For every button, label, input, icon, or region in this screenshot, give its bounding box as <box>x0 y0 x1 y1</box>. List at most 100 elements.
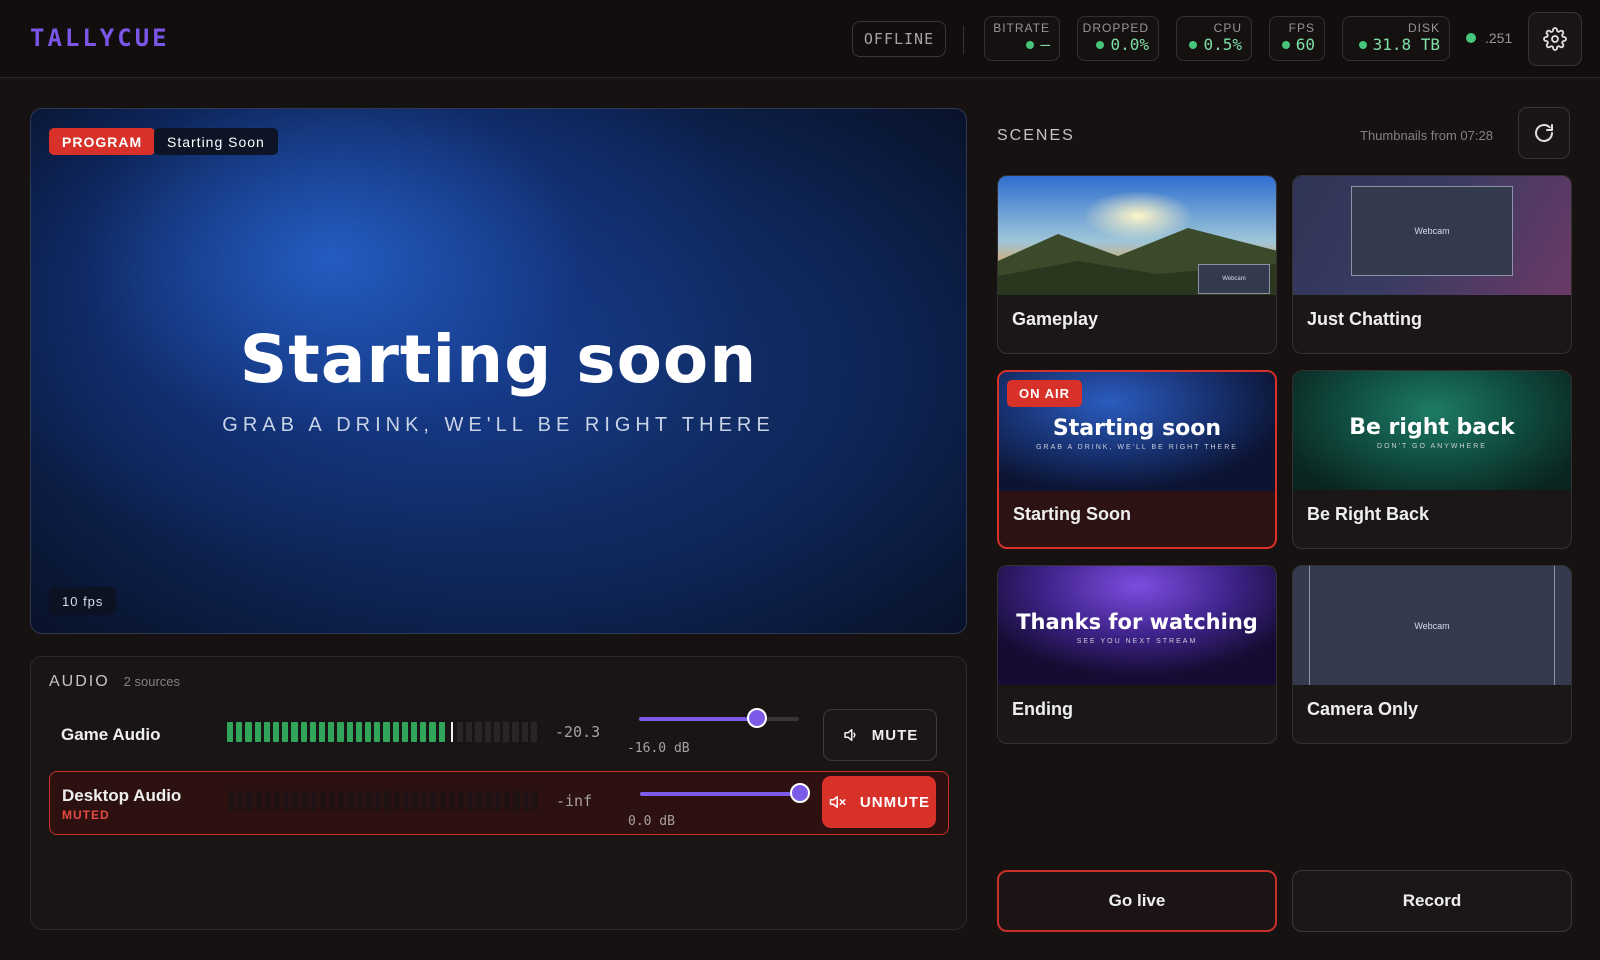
audio-source-desktop: Desktop Audio MUTED -inf 0.0 dB UNMUTE <box>49 771 949 835</box>
stat-fps: FPS 60 <box>1269 16 1325 61</box>
meter-segment <box>411 722 418 742</box>
meter-segment <box>503 722 510 742</box>
volume-slider[interactable] <box>640 783 810 803</box>
meter-segment <box>493 722 501 742</box>
stat-label: BITRATE <box>993 21 1050 35</box>
scene-name: Just Chatting <box>1307 309 1422 329</box>
audio-title: AUDIO <box>49 673 110 690</box>
divider <box>963 26 964 54</box>
volume-slider-knob[interactable] <box>747 708 768 728</box>
top-bar: TALLYCUE OFFLINE BITRATE — DROPPED 0.0% … <box>0 0 1600 78</box>
meter-segment <box>355 722 363 742</box>
status-dot-icon <box>1096 41 1105 49</box>
meter-segment <box>412 791 419 811</box>
on-air-badge: ON AIR <box>1007 380 1083 407</box>
meter-segment <box>485 791 492 811</box>
meter-segment <box>236 722 243 742</box>
meter-segment <box>237 791 244 811</box>
meter-segment <box>439 791 446 811</box>
scene-card-ending[interactable]: Thanks for watching SEE YOU NEXT STREAM … <box>997 565 1277 744</box>
stat-label: DROPPED <box>1082 21 1149 35</box>
meter-segment <box>402 791 410 811</box>
stat-bitrate: BITRATE — <box>984 16 1060 61</box>
record-button[interactable]: Record <box>1292 870 1572 932</box>
stat-disk: DISK 31.8 TB <box>1342 16 1450 61</box>
meter-segment <box>421 791 428 811</box>
level-readout: -20.3 <box>555 723 601 741</box>
meter-segment <box>531 791 538 811</box>
scene-card-be-right-back[interactable]: Be right back DON'T GO ANYWHERE Be Right… <box>1292 370 1572 549</box>
status-dot-icon <box>1026 41 1035 49</box>
scene-card-gameplay[interactable]: Webcam Gameplay <box>997 175 1277 354</box>
thumbnail-subtitle: SEE YOU NEXT STREAM <box>1076 638 1198 645</box>
scene-name: Be Right Back <box>1307 504 1430 524</box>
meter-segment <box>300 722 307 742</box>
program-preview: PROGRAM Starting Soon Starting soon GRAB… <box>30 108 967 634</box>
stat-label: FPS <box>1288 21 1315 35</box>
meter-segment <box>457 722 464 742</box>
scene-thumbnail: Thanks for watching SEE YOU NEXT STREAM <box>998 566 1276 685</box>
mute-button[interactable]: MUTE <box>823 709 937 761</box>
volume-slider[interactable] <box>639 708 799 728</box>
meter-segment <box>319 722 326 742</box>
refresh-thumbnails-button[interactable] <box>1518 107 1570 159</box>
meter-segment <box>320 791 327 811</box>
meter-segment <box>475 722 482 742</box>
status-dot-icon <box>1281 41 1290 49</box>
go-live-button[interactable]: Go live <box>997 870 1277 932</box>
thumbnail-title: Thanks for watching <box>1016 610 1258 634</box>
meter-segment <box>366 791 373 811</box>
refresh-icon <box>1535 124 1553 142</box>
unmute-button-label: UNMUTE <box>859 793 931 811</box>
meter-segment <box>291 722 298 742</box>
meter-segment <box>375 791 382 811</box>
meter-segment <box>522 791 529 811</box>
meter-segment <box>228 791 235 811</box>
meter-segment <box>494 791 502 811</box>
meter-segment <box>383 722 390 742</box>
meter-segment <box>301 791 308 811</box>
meter-segment <box>328 722 335 742</box>
thumbnail-title: Be right back <box>1349 415 1515 440</box>
scene-card-just-chatting[interactable]: Webcam Just Chatting <box>1292 175 1572 354</box>
level-meter <box>227 722 537 742</box>
meter-segment <box>264 791 272 811</box>
unmute-button[interactable]: UNMUTE <box>822 776 936 828</box>
meter-segment <box>337 722 344 742</box>
meter-segment <box>504 791 511 811</box>
meter-segment <box>227 722 234 742</box>
connection-dot-icon <box>1466 33 1476 43</box>
thumbnail-subtitle: GRAB A DRINK, WE'LL BE RIGHT THERE <box>1036 444 1238 451</box>
meter-segment <box>429 722 436 742</box>
meter-segment <box>448 791 456 811</box>
preview-fps-badge: 10 fps <box>49 587 117 615</box>
meter-segment <box>384 791 391 811</box>
stat-label: CPU <box>1213 21 1242 35</box>
meter-segment <box>393 791 400 811</box>
meter-segment <box>329 791 336 811</box>
meter-segment <box>356 791 364 811</box>
stat-value: 0.0% <box>1110 35 1149 54</box>
meter-segment <box>254 722 261 742</box>
stat-value: — <box>1040 35 1050 54</box>
gear-icon <box>1543 27 1567 51</box>
stat-value: 31.8 TB <box>1372 35 1440 54</box>
scene-card-camera-only[interactable]: Webcam Camera Only <box>1292 565 1572 744</box>
audio-source-name: Game Audio <box>61 725 161 744</box>
settings-button[interactable] <box>1528 12 1582 66</box>
meter-segment <box>346 722 353 742</box>
scene-card-starting-soon[interactable]: Starting soon GRAB A DRINK, WE'LL BE RIG… <box>997 370 1277 549</box>
connection-indicator: .251 <box>1466 30 1512 46</box>
meter-segment <box>255 791 262 811</box>
meter-segment <box>246 791 253 811</box>
volume-slider-knob[interactable] <box>790 783 810 803</box>
stat-value: 0.5% <box>1203 35 1242 54</box>
meter-segment <box>484 722 491 742</box>
meter-segment <box>401 722 409 742</box>
app-brand: TALLYCUE <box>30 24 170 52</box>
webcam-placeholder: Webcam <box>1198 264 1270 294</box>
meter-segment <box>273 722 280 742</box>
meter-segment <box>438 722 445 742</box>
mute-button-label: MUTE <box>871 726 919 744</box>
speaker-muted-icon <box>829 796 846 808</box>
